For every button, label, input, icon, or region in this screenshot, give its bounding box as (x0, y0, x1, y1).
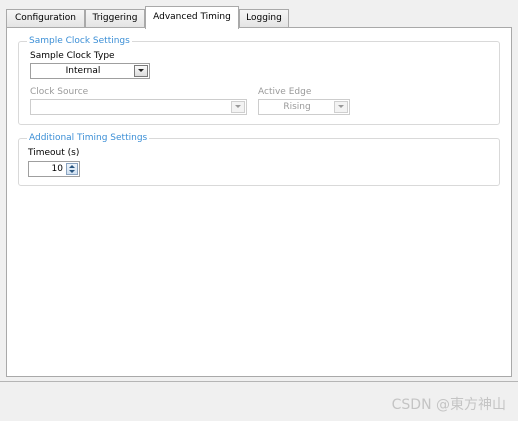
watermark: CSDN @東方神山 (391, 397, 506, 413)
sample-clock-type-dropdown[interactable]: Internal (30, 63, 150, 79)
active-edge-label: Active Edge (258, 87, 312, 97)
tab-configuration[interactable]: Configuration (6, 9, 85, 28)
spinner-buttons[interactable] (66, 163, 78, 175)
group-title: Sample Clock Settings (27, 35, 132, 47)
dropdown-button[interactable] (231, 101, 245, 113)
dropdown-button[interactable] (134, 65, 148, 77)
active-edge-value: Rising (283, 102, 311, 112)
chevron-up-icon[interactable] (69, 165, 75, 168)
tab-triggering[interactable]: Triggering (85, 9, 145, 28)
additional-timing-settings-group: Additional Timing Settings Timeout (s) 1… (18, 132, 500, 186)
timeout-label: Timeout (s) (28, 148, 80, 158)
chevron-down-icon (138, 69, 144, 72)
sample-clock-type-value: Internal (65, 66, 101, 76)
tab-panel: Sample Clock Settings Sample Clock Type … (6, 27, 512, 377)
chevron-down-icon (235, 105, 241, 108)
group-title: Additional Timing Settings (27, 132, 150, 144)
tab-strip: Configuration Triggering Advanced Timing… (6, 6, 512, 29)
sample-clock-type-label: Sample Clock Type (30, 51, 115, 61)
dropdown-button[interactable] (334, 101, 348, 113)
chevron-down-icon[interactable] (69, 170, 75, 173)
clock-source-dropdown[interactable] (30, 99, 247, 115)
sample-clock-settings-group: Sample Clock Settings Sample Clock Type … (18, 35, 500, 125)
timeout-numeric-input[interactable]: 10 (28, 161, 80, 177)
timeout-value: 10 (51, 164, 63, 174)
tab-advanced-timing[interactable]: Advanced Timing (145, 6, 239, 29)
clock-source-label: Clock Source (30, 87, 89, 97)
status-bar: CSDN @東方神山 (0, 381, 518, 421)
tab-logging[interactable]: Logging (239, 9, 289, 28)
chevron-down-icon (338, 105, 344, 108)
active-edge-dropdown[interactable]: Rising (258, 99, 350, 115)
